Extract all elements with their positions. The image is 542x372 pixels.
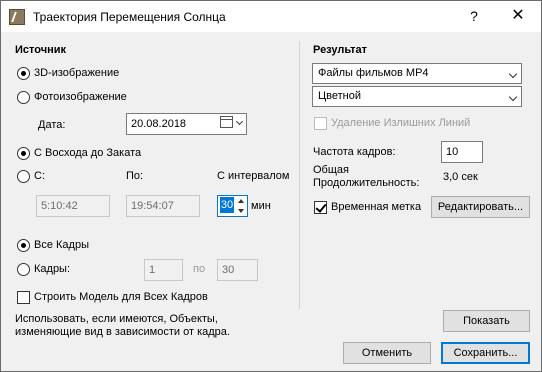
duration-label-1: Общая bbox=[313, 164, 349, 176]
note-line-1: Использовать, если имеются, Объекты, bbox=[15, 313, 218, 325]
frame-from-field[interactable]: 1 bbox=[144, 259, 183, 281]
radio-3d-image-label[interactable]: 3D-изображение bbox=[34, 67, 119, 79]
radio-3d-image[interactable] bbox=[17, 67, 30, 80]
remove-lines-checkbox[interactable] bbox=[314, 117, 327, 130]
title-bar: Траектория Перемещения Солнца ? ✕ bbox=[1, 1, 541, 32]
format-select-value: Файлы фильмов MP4 bbox=[318, 67, 429, 79]
frame-to-field[interactable]: 30 bbox=[217, 259, 258, 281]
radio-all-frames[interactable] bbox=[17, 239, 30, 252]
frame-to-label: по bbox=[193, 263, 206, 275]
duration-label-2: Продолжительность: bbox=[313, 177, 420, 189]
radio-all-frames-label[interactable]: Все Кадры bbox=[34, 239, 89, 251]
edit-timestamp-button[interactable]: Редактировать... bbox=[431, 196, 530, 218]
duration-value: 3,0 сек bbox=[443, 171, 478, 183]
color-select-value: Цветной bbox=[318, 90, 361, 102]
color-select[interactable]: Цветной bbox=[312, 86, 522, 107]
interval-spinner[interactable] bbox=[235, 196, 246, 216]
timestamp-checkbox[interactable] bbox=[314, 201, 327, 214]
dialog-window: Траектория Перемещения Солнца ? ✕ Источн… bbox=[0, 0, 542, 372]
date-label: Дата: bbox=[38, 119, 66, 131]
window-title: Траектория Перемещения Солнца bbox=[33, 10, 226, 24]
interval-value: 30 bbox=[220, 197, 234, 213]
build-all-label[interactable]: Строить Модель для Всех Кадров bbox=[34, 291, 208, 303]
radio-photo-image[interactable] bbox=[17, 91, 30, 104]
to-time-field[interactable]: 19:54:07 bbox=[126, 195, 200, 217]
radio-frames-range-label[interactable]: Кадры: bbox=[34, 263, 70, 275]
interval-unit: мин bbox=[251, 200, 271, 212]
radio-sunrise-sunset-label[interactable]: С Восхода до Заката bbox=[34, 147, 141, 159]
to-label: По: bbox=[126, 170, 144, 182]
from-time-field[interactable]: 5:10:42 bbox=[36, 195, 110, 217]
date-value: 20.08.2018 bbox=[131, 118, 187, 130]
show-button[interactable]: Показать bbox=[443, 310, 530, 332]
timestamp-label[interactable]: Временная метка bbox=[331, 201, 421, 213]
divider bbox=[299, 41, 300, 309]
source-heading: Источник bbox=[15, 44, 67, 56]
cancel-button[interactable]: Отменить bbox=[343, 342, 431, 364]
close-button[interactable]: ✕ bbox=[506, 5, 530, 27]
build-all-checkbox[interactable] bbox=[17, 291, 30, 304]
calendar-icon[interactable] bbox=[220, 116, 233, 128]
radio-from-time[interactable] bbox=[17, 170, 30, 183]
remove-lines-label: Удаление Излишних Линий bbox=[331, 117, 471, 129]
radio-sunrise-sunset[interactable] bbox=[17, 147, 30, 160]
app-icon bbox=[9, 9, 25, 25]
fps-label: Частота кадров: bbox=[313, 146, 396, 158]
fps-field[interactable]: 10 bbox=[441, 141, 483, 163]
spin-up-icon[interactable] bbox=[235, 196, 246, 206]
interval-label: С интервалом bbox=[217, 170, 290, 182]
note-line-2: изменяющие вид в зависимости от кадра. bbox=[15, 326, 230, 338]
result-heading: Результат bbox=[313, 44, 368, 56]
radio-frames-range[interactable] bbox=[17, 263, 30, 276]
spin-down-icon[interactable] bbox=[235, 206, 246, 216]
chevron-down-icon bbox=[508, 92, 518, 102]
radio-photo-image-label[interactable]: Фотоизображение bbox=[34, 91, 127, 103]
save-button[interactable]: Сохранить... bbox=[441, 342, 530, 364]
help-button[interactable]: ? bbox=[462, 5, 486, 27]
radio-from-time-label[interactable]: С: bbox=[34, 170, 45, 182]
format-select[interactable]: Файлы фильмов MP4 bbox=[312, 63, 522, 84]
chevron-down-icon bbox=[508, 69, 518, 79]
